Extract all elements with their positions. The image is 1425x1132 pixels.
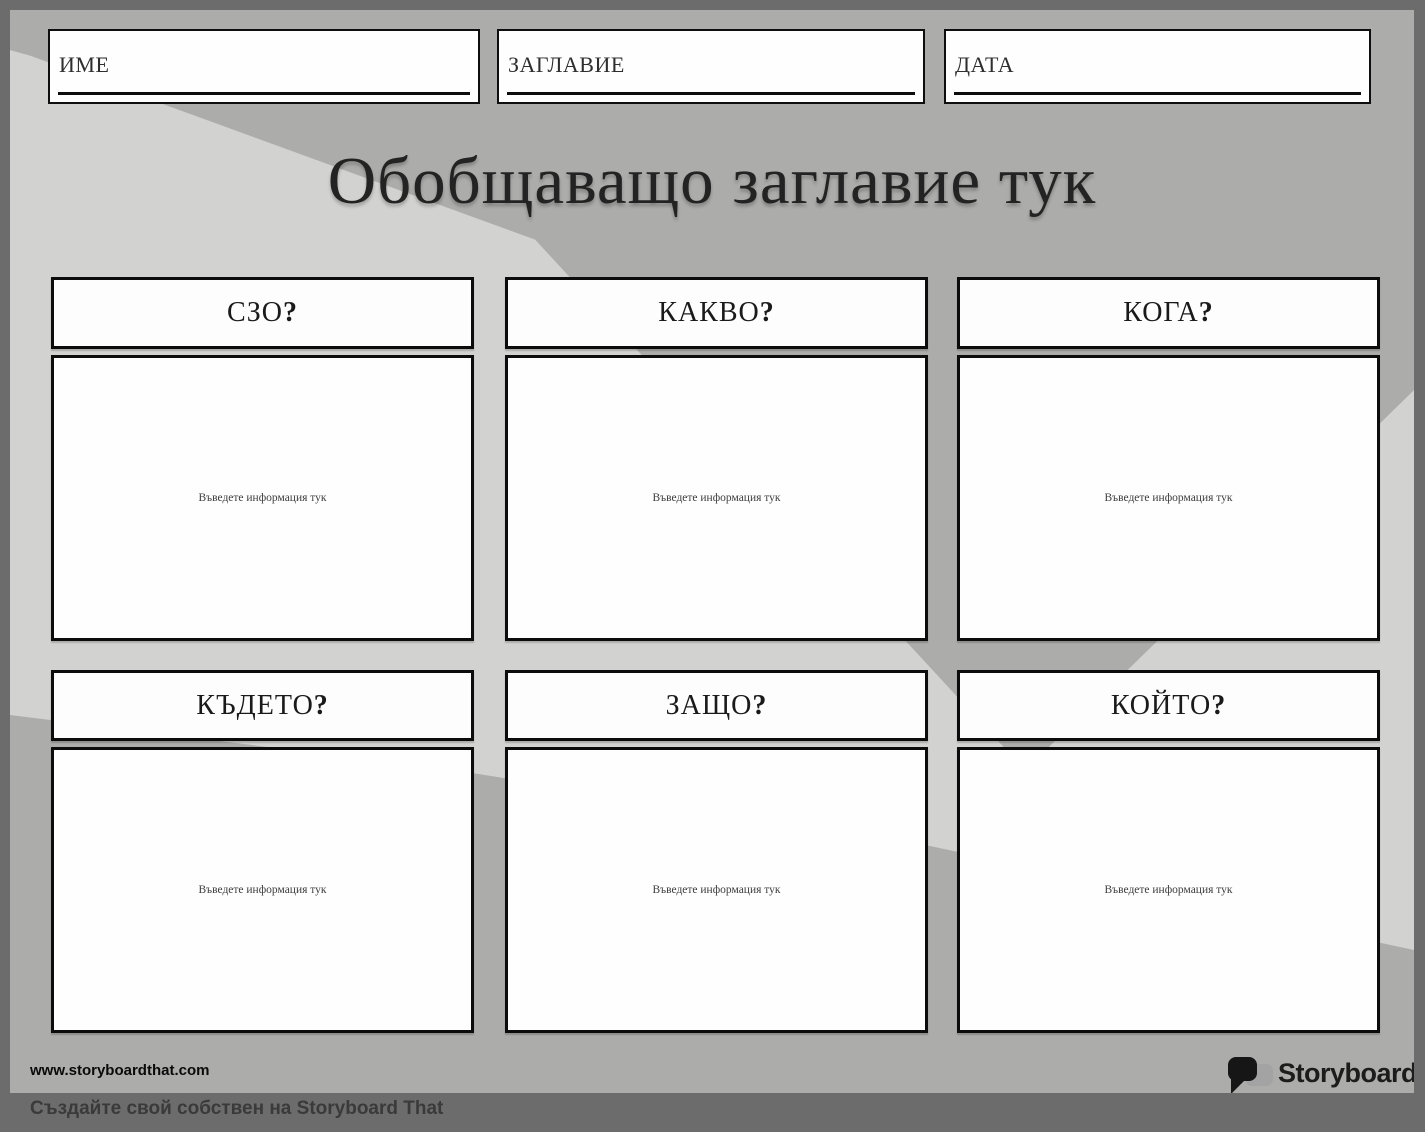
card-when-placeholder: Въведете информация тук — [1105, 492, 1233, 504]
card-when-title: КОГА — [1123, 297, 1199, 329]
speech-bubbles-icon — [1228, 1053, 1278, 1093]
card-why-qmark: ? — [752, 690, 767, 722]
page-title[interactable]: Обобщаващо заглавие тук — [10, 143, 1414, 220]
card-who-qmark: ? — [283, 297, 298, 329]
card-which-header[interactable]: КОЙТО? — [957, 670, 1380, 741]
storyboardthat-logo: StoryboardThat — [1228, 1050, 1414, 1093]
card-which-placeholder: Въведете информация тук — [1105, 884, 1233, 896]
title-field[interactable]: ЗАГЛАВИЕ — [497, 29, 925, 104]
card-where-body[interactable]: Въведете информация тук — [51, 747, 474, 1033]
date-field[interactable]: ДАТА — [944, 29, 1371, 104]
name-field-label: ИМЕ — [59, 52, 109, 78]
card-what-placeholder: Въведете информация тук — [653, 492, 781, 504]
name-field[interactable]: ИМЕ — [48, 29, 480, 104]
card-who-body[interactable]: Въведете информация тук — [51, 355, 474, 641]
card-who: СЗО? Въведете информация тук — [51, 277, 474, 641]
card-who-title: СЗО — [227, 297, 283, 329]
name-field-underline — [58, 92, 470, 95]
card-when-header[interactable]: КОГА? — [957, 277, 1380, 349]
website-url: www.storyboardthat.com — [30, 1062, 209, 1079]
create-your-own-tagline: Създайте свой собствен на Storyboard Tha… — [30, 1098, 443, 1120]
card-what-title: КАКВО — [658, 297, 759, 329]
bottom-strip: Създайте свой собствен на Storyboard Tha… — [0, 1093, 1425, 1132]
card-who-placeholder: Въведете информация тук — [199, 492, 327, 504]
card-when-qmark: ? — [1199, 297, 1214, 329]
card-what: КАКВО? Въведете информация тук — [505, 277, 928, 641]
card-why-placeholder: Въведете информация тук — [653, 884, 781, 896]
card-where-header[interactable]: КЪДЕТО? — [51, 670, 474, 741]
card-where-title: КЪДЕТО — [196, 690, 314, 722]
card-what-header[interactable]: КАКВО? — [505, 277, 928, 349]
title-field-label: ЗАГЛАВИЕ — [508, 52, 625, 78]
card-when: КОГА? Въведете информация тук — [957, 277, 1380, 641]
poster-canvas: ИМЕ ЗАГЛАВИЕ ДАТА Обобщаващо заглавие ту… — [0, 0, 1425, 1132]
card-where: КЪДЕТО? Въведете информация тук — [51, 670, 474, 1033]
card-what-body[interactable]: Въведете информация тук — [505, 355, 928, 641]
title-field-underline — [507, 92, 915, 95]
speech-bubble-tail-icon — [1231, 1078, 1247, 1093]
card-which: КОЙТО? Въведете информация тук — [957, 670, 1380, 1033]
date-field-label: ДАТА — [955, 52, 1014, 78]
brand-name-primary: Storyboard — [1278, 1058, 1414, 1088]
card-what-qmark: ? — [760, 297, 775, 329]
card-why: ЗАЩО? Въведете информация тук — [505, 670, 928, 1033]
card-which-body[interactable]: Въведете информация тук — [957, 747, 1380, 1033]
card-when-body[interactable]: Въведете информация тук — [957, 355, 1380, 641]
card-who-header[interactable]: СЗО? — [51, 277, 474, 349]
card-which-title: КОЙТО — [1111, 690, 1211, 722]
card-why-header[interactable]: ЗАЩО? — [505, 670, 928, 741]
card-why-title: ЗАЩО — [666, 690, 753, 722]
card-where-qmark: ? — [314, 690, 329, 722]
card-why-body[interactable]: Въведете информация тук — [505, 747, 928, 1033]
date-field-underline — [954, 92, 1361, 95]
card-where-placeholder: Въведете информация тук — [199, 884, 327, 896]
worksheet-page: ИМЕ ЗАГЛАВИЕ ДАТА Обобщаващо заглавие ту… — [10, 10, 1414, 1093]
card-which-qmark: ? — [1211, 690, 1226, 722]
